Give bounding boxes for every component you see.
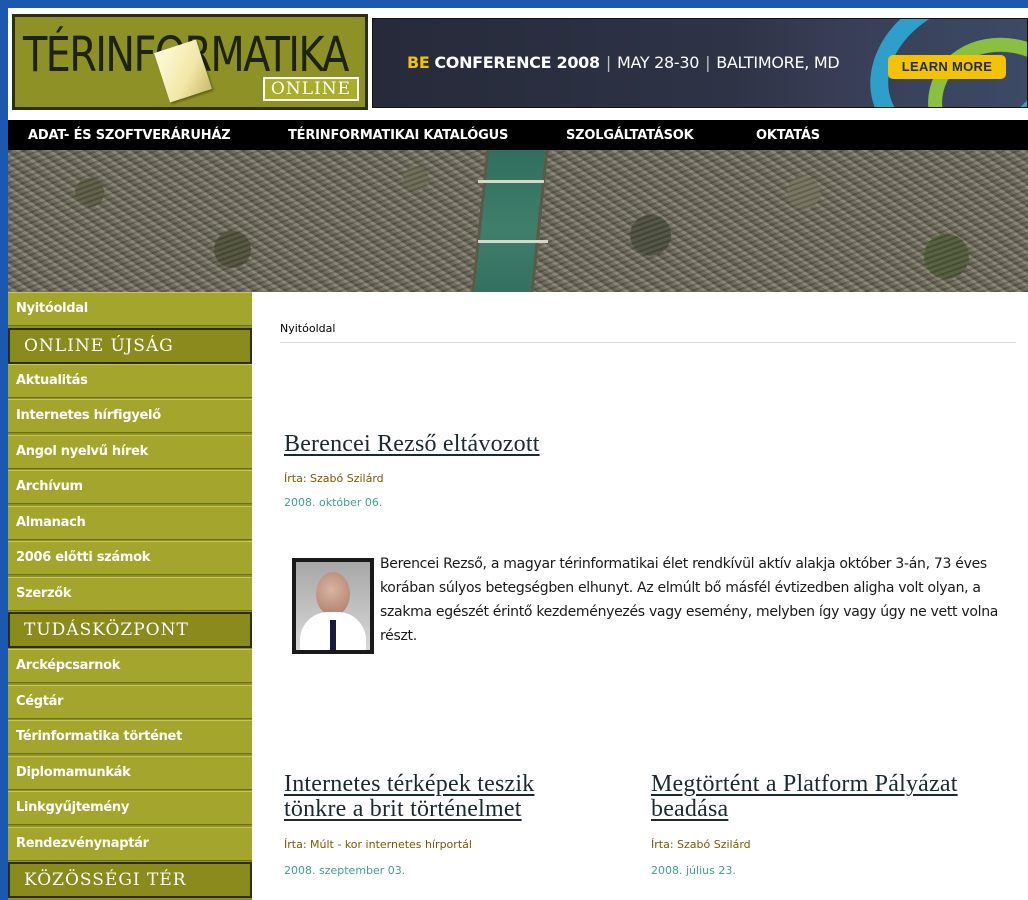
breadcrumb-divider xyxy=(280,342,1016,343)
bridge-image xyxy=(478,180,544,183)
sidebar-item-cegtar[interactable]: Cégtár xyxy=(8,685,252,719)
site-header: TÉRINFORMATIKA ONLINE BE CONFERENCE 2008… xyxy=(8,8,1028,120)
article-title-line: beadása xyxy=(651,796,729,822)
sidebar-item-szerzok[interactable]: Szerzők xyxy=(8,577,252,611)
nav-item-store[interactable]: ADAT- ÉS SZOFTVERÁRUHÁZ xyxy=(28,128,231,143)
featured-article-title[interactable]: Berencei Rezső eltávozott xyxy=(284,432,540,457)
article-date-platform: 2008. július 23. xyxy=(651,864,736,877)
article-author-brit: Írta: Múlt - kor internetes hírportál xyxy=(284,838,472,851)
featured-article-author: Írta: Szabó Szilárd xyxy=(284,472,384,485)
article-date-brit: 2008. szeptember 03. xyxy=(284,864,406,877)
banner-dates: MAY 28-30 xyxy=(616,53,700,72)
sidebar-section-tudaskozpont: TUDÁSKÖZPONT xyxy=(8,612,252,648)
sidebar-item-linkgyujtemeny[interactable]: Linkgyűjtemény xyxy=(8,791,252,825)
nav-item-education[interactable]: OKTATÁS xyxy=(756,128,820,143)
banner-location: BALTIMORE, MD xyxy=(716,53,840,72)
featured-article-date: 2008. október 06. xyxy=(284,496,383,509)
sidebar-item-rendezvenynaptar[interactable]: Rendezvénynaptár xyxy=(8,827,252,861)
article-title-brit[interactable]: Internetes térképek teszik tönkre a brit… xyxy=(284,772,534,822)
aerial-city-photo xyxy=(8,150,1028,292)
sidebar-section-online-ujsag: ONLINE ÚJSÁG xyxy=(8,328,252,364)
browser-page: TÉRINFORMATIKA ONLINE BE CONFERENCE 2008… xyxy=(8,8,1028,900)
article-title-line: Internetes térképek teszik xyxy=(284,771,535,797)
sidebar-item-arckepcsarnok[interactable]: Arcképcsarnok xyxy=(8,649,252,683)
conference-banner-ad[interactable]: BE CONFERENCE 2008 | MAY 28-30 | BALTIMORE, … xyxy=(372,18,1028,108)
author-portrait-image[interactable] xyxy=(292,558,374,654)
sidebar-item-aktualitas[interactable]: Aktualitás xyxy=(8,364,252,398)
sidebar-section-kozossegi-ter: KÖZÖSSÉGI TÉR xyxy=(8,862,252,898)
sidebar-item-almanach[interactable]: Almanach xyxy=(8,506,252,540)
sidebar-item-hirfigyelo[interactable]: Internetes hírfigyelő xyxy=(8,399,252,433)
breadcrumb[interactable]: Nyitóoldal xyxy=(280,322,335,335)
nav-item-services[interactable]: SZOLGÁLTATÁSOK xyxy=(566,128,694,143)
nav-item-catalog[interactable]: TÉRINFORMATIKAI KATALÓGUS xyxy=(288,128,508,143)
site-logo[interactable]: TÉRINFORMATIKA ONLINE xyxy=(12,14,368,110)
top-navigation: ADAT- ÉS SZOFTVERÁRUHÁZ TÉRINFORMATIKAI … xyxy=(8,120,1028,150)
banner-conference: CONFERENCE 2008 xyxy=(434,53,600,72)
bridge-image xyxy=(478,240,548,243)
article-author-platform: Írta: Szabó Szilárd xyxy=(651,838,751,851)
sidebar-item-tortenet[interactable]: Térinformatika történet xyxy=(8,720,252,754)
sidebar-item-angol-hirek[interactable]: Angol nyelvű hírek xyxy=(8,435,252,469)
article-title-platform[interactable]: Megtörtént a Platform Pályázat beadása xyxy=(651,772,958,822)
sidebar-item-home[interactable]: Nyitóoldal xyxy=(8,292,252,326)
article-title-line: tönkre a brit történelmet xyxy=(284,796,522,822)
banner-text: BE CONFERENCE 2008 | MAY 28-30 | BALTIMORE, … xyxy=(407,53,840,72)
sidebar-item-2006-elotti[interactable]: 2006 előtti számok xyxy=(8,541,252,575)
article-title-line: Megtörtént a Platform Pályázat xyxy=(651,771,958,797)
banner-be: BE xyxy=(407,53,430,72)
learn-more-button[interactable]: LEARN MORE xyxy=(888,55,1006,79)
logo-subtitle: ONLINE xyxy=(262,77,359,101)
featured-article-body: Berencei Rezső, a magyar térinformatikai… xyxy=(380,556,999,644)
sidebar-menu: Nyitóoldal ONLINE ÚJSÁG Aktualitás Inter… xyxy=(8,292,252,900)
sidebar-item-archivum[interactable]: Archívum xyxy=(8,470,252,504)
sidebar-item-diplomamunkak[interactable]: Diplomamunkák xyxy=(8,756,252,790)
